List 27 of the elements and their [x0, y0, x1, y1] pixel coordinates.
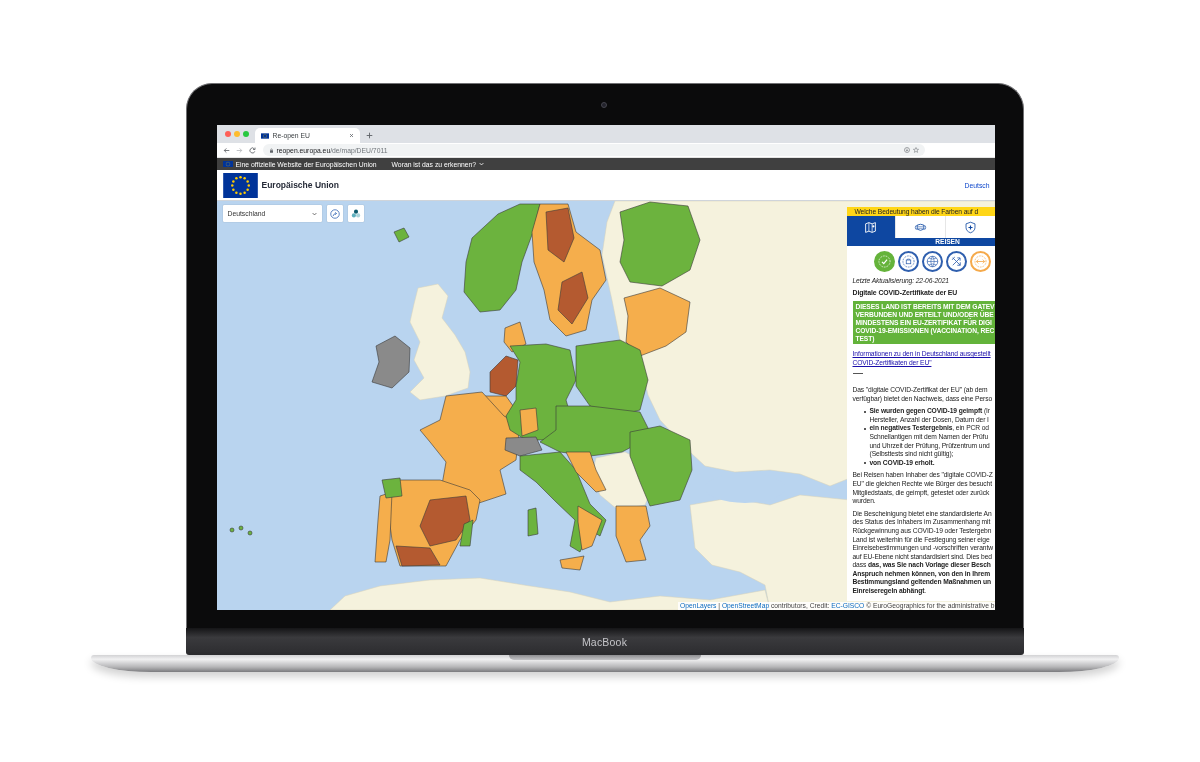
- site-title: Europäische Union: [261, 180, 339, 190]
- camera-icon: [600, 102, 607, 108]
- lock-icon: [268, 147, 274, 153]
- eu-flag-icon: [222, 172, 258, 198]
- eu-flag-icon: [260, 132, 269, 139]
- caret-icon: [311, 211, 317, 216]
- close-icon[interactable]: [348, 133, 354, 138]
- check-badge-icon[interactable]: [873, 251, 895, 272]
- crossed-arrows-icon[interactable]: [945, 251, 967, 272]
- plus-icon[interactable]: [365, 132, 373, 139]
- back-icon[interactable]: [222, 146, 230, 154]
- zoom-window-icon[interactable]: [242, 131, 249, 137]
- reload-icon[interactable]: [248, 146, 256, 154]
- dotted-ring-icon[interactable]: [897, 251, 919, 272]
- brand-label: MacBook: [581, 635, 628, 648]
- eu-flag-icon: [222, 161, 233, 167]
- share-icon: [329, 208, 340, 219]
- map-icon: [864, 220, 878, 234]
- cluster-icon: [350, 209, 361, 218]
- circle-arrow-icon[interactable]: [903, 147, 910, 153]
- star-icon[interactable]: [912, 147, 919, 153]
- caret-icon: [479, 162, 485, 166]
- panel-tab[interactable]: [846, 216, 897, 238]
- forward-icon[interactable]: [235, 146, 243, 154]
- close-window-icon[interactable]: [224, 131, 231, 137]
- shield-cross-icon: [963, 220, 977, 234]
- globe-icon[interactable]: [921, 251, 943, 272]
